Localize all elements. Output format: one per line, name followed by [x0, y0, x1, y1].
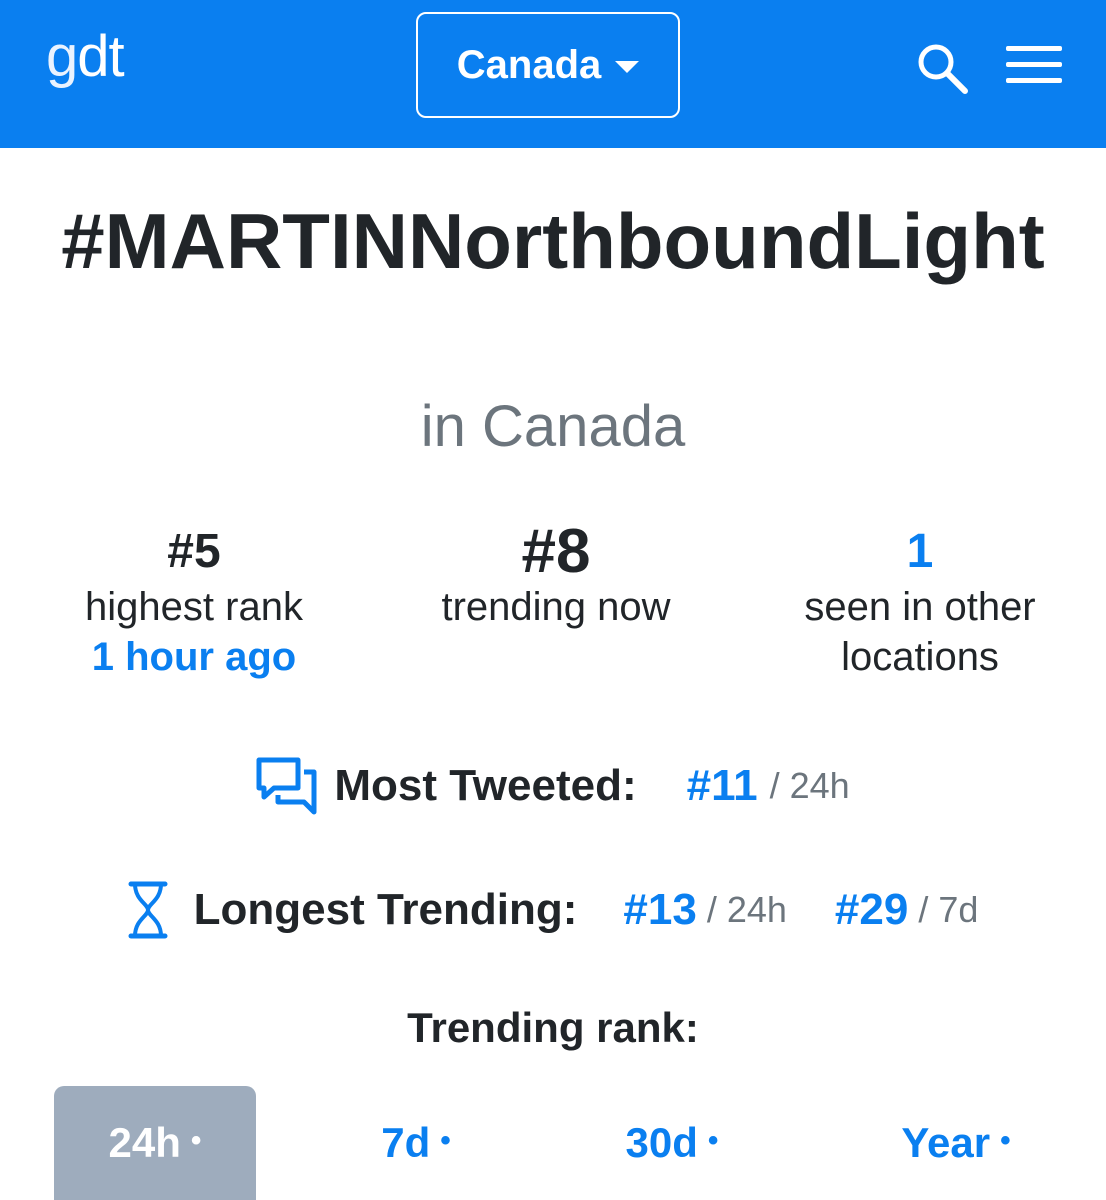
stat-trending-now: #8 trending now — [386, 517, 726, 632]
logo-letter-g: g — [46, 24, 78, 89]
tab-year[interactable]: Year • — [846, 1086, 1066, 1200]
tab-7d[interactable]: 7d • — [316, 1086, 516, 1200]
most-tweeted-period: / 24h — [769, 765, 850, 806]
location-subtitle: in Canada — [420, 394, 686, 459]
stat-highest-rank: #5 highest rank 1 hour ago — [24, 522, 364, 682]
longest-trending-rank-24h[interactable]: #13 — [623, 885, 696, 935]
other-locations-label-line2: locations — [841, 635, 999, 679]
longest-trending-period-24h: / 24h — [706, 889, 787, 930]
tab-year-label: Year — [901, 1119, 991, 1166]
tab-year-dot: • — [1000, 1124, 1011, 1157]
country-dropdown-label: Canada — [456, 42, 602, 87]
logo-letters-dt: dt — [77, 24, 124, 89]
highest-rank-time-link[interactable]: 1 hour ago — [24, 632, 364, 682]
tab-24h-label: 24h — [108, 1119, 181, 1166]
trending-now-value: #8 — [521, 517, 591, 586]
trending-rank-label: Trending rank: — [407, 1004, 699, 1051]
top-navbar: gdt Canada — [0, 0, 1106, 148]
chat-bubbles-icon — [256, 757, 317, 815]
hourglass-icon — [128, 881, 168, 939]
longest-trending-label: Longest Trending: — [193, 885, 578, 934]
highest-rank-label: highest rank — [85, 585, 303, 629]
caret-down-icon — [615, 61, 640, 73]
longest-trending-row: Longest Trending: #13 / 24h #29 / 7d — [0, 872, 1106, 948]
country-dropdown[interactable]: Canada — [416, 12, 680, 118]
longest-trending-rank-7d[interactable]: #29 — [835, 885, 908, 935]
highest-rank-value: #5 — [167, 525, 221, 578]
other-locations-label-line1: seen in other — [804, 585, 1036, 629]
most-tweeted-label: Most Tweeted: — [334, 761, 637, 810]
tab-30d[interactable]: 30d • — [572, 1086, 772, 1200]
search-icon[interactable] — [914, 40, 970, 96]
hamburger-menu-icon[interactable] — [1006, 44, 1062, 86]
tab-7d-dot: • — [440, 1124, 451, 1157]
most-tweeted-rank[interactable]: #11 — [687, 761, 758, 811]
tab-30d-dot: • — [707, 1124, 719, 1157]
tab-7d-label: 7d — [381, 1119, 431, 1166]
other-locations-value[interactable]: 1 — [750, 522, 1090, 582]
tab-24h-dot: • — [190, 1124, 202, 1157]
most-tweeted-row: Most Tweeted: #11 / 24h — [0, 748, 1106, 824]
longest-trending-period-7d: / 7d — [918, 889, 979, 930]
tab-30d-label: 30d — [625, 1119, 698, 1166]
hashtag-title: #MARTINNorthboundLight — [61, 197, 1045, 285]
trending-now-label: trending now — [441, 585, 671, 629]
tab-24h[interactable]: 24h • — [54, 1086, 256, 1200]
stat-other-locations[interactable]: 1 seen in other locations — [750, 522, 1090, 682]
site-logo[interactable]: gdt — [46, 22, 125, 92]
